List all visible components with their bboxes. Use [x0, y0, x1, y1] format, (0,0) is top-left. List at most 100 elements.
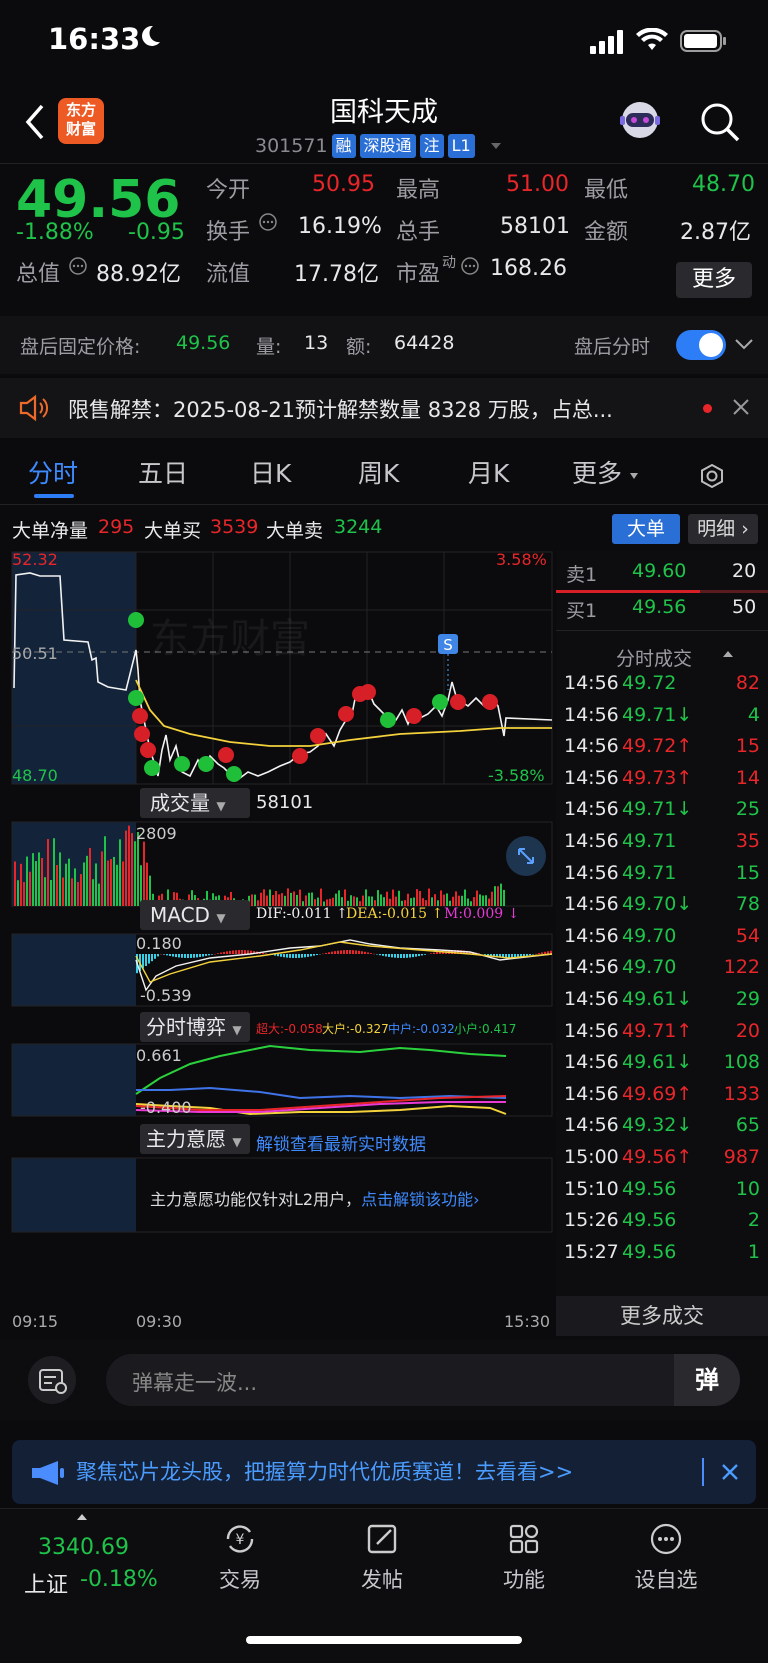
notice-bar[interactable]: 限售解禁：2025-08-21预计解禁数量 8328 万股，占总... — [0, 378, 768, 438]
volume-bar — [107, 860, 109, 906]
speaker-icon — [19, 394, 49, 422]
tick-volume: 25 — [735, 798, 760, 821]
volume-bar — [467, 898, 469, 906]
tab-daily-k[interactable]: 日K — [250, 454, 291, 490]
macd-bar — [370, 953, 372, 954]
index-value[interactable]: 3340.69 — [38, 1535, 129, 1560]
info-icon[interactable] — [258, 212, 278, 232]
tab-more[interactable]: 更多 — [572, 454, 622, 490]
tab-five-day[interactable]: 五日 — [138, 454, 188, 490]
tab-intraday[interactable]: 分时 — [28, 454, 78, 490]
low-value: 48.70 — [692, 172, 755, 197]
unlock-feature-link[interactable]: 点击解锁该功能 — [361, 1190, 473, 1209]
danmu-input[interactable]: 弹幕走一波... 弹 — [106, 1354, 740, 1406]
tick-volume: 1 — [747, 1240, 760, 1263]
stock-code-line[interactable]: 301571 融 深股通 注 L1 — [255, 132, 503, 160]
game-min-label: -0.400 — [140, 1098, 192, 1117]
volume-bar — [35, 861, 37, 906]
low-label: 最低 — [584, 178, 629, 203]
tab-weekly-k[interactable]: 周K — [358, 454, 399, 490]
volume-bar — [290, 892, 292, 906]
volume-bar — [125, 830, 127, 906]
tick-volume: 14 — [735, 766, 760, 789]
info-icon[interactable] — [68, 256, 88, 276]
macd-bar — [301, 954, 303, 958]
caret-up-icon — [77, 1514, 87, 1520]
tick-row: 14:56 49.71↑ 20 — [556, 1014, 768, 1048]
promo-banner[interactable]: 聚焦芯片龙头股，把握算力时代优质赛道！去看看>> — [12, 1440, 756, 1504]
index-change[interactable]: -0.18% — [80, 1567, 158, 1592]
detail-label: 明细 — [697, 518, 736, 540]
nav-functions[interactable]: 功能 — [474, 1519, 574, 1594]
volume-bar — [263, 889, 265, 906]
nav-trade[interactable]: ¥ 交易 — [190, 1519, 290, 1594]
chevron-down-icon[interactable] — [734, 336, 754, 352]
big-order-button[interactable]: 大单 — [612, 514, 680, 544]
time-label-close: 15:30 — [504, 1312, 551, 1331]
premarket-shade — [12, 1044, 136, 1116]
big-net-value: 295 — [98, 516, 135, 538]
gear-icon[interactable] — [696, 460, 728, 492]
volume-label: 成交量 — [150, 791, 210, 815]
unlock-link[interactable]: 解锁查看最新实时数据 — [256, 1130, 426, 1155]
grid-icon — [509, 1524, 539, 1554]
nav-trade-label: 交易 — [219, 1568, 261, 1592]
close-icon[interactable] — [732, 398, 750, 416]
macd-bar — [409, 954, 411, 958]
macd-bar — [310, 954, 312, 957]
wifi-icon — [636, 28, 668, 50]
macd-indicator-select[interactable]: MACD ▼ — [140, 900, 250, 930]
more-quote-button[interactable]: 更多 — [676, 262, 752, 298]
volume-bar — [413, 897, 415, 906]
volume-bar — [407, 893, 409, 906]
volume-bar — [59, 852, 61, 906]
divider — [702, 1458, 704, 1486]
volume-bar — [503, 889, 505, 906]
volume-bar — [356, 897, 358, 906]
nav-header: 东方财富 国科天成 301571 融 深股通 注 L1 — [0, 80, 768, 164]
index-name[interactable]: 上证 — [24, 1567, 68, 1599]
detail-button[interactable]: 明细 › — [688, 514, 758, 544]
robot-assistant-icon[interactable] — [616, 96, 664, 144]
macd-bar — [229, 950, 231, 954]
turnover-label: 换手 — [206, 220, 251, 245]
volume-value: 58101 — [500, 214, 570, 239]
macd-bar — [394, 954, 396, 958]
nav-add-watchlist[interactable]: 设自选 — [616, 1519, 716, 1594]
game-medium: 中户:-0.032 — [388, 1022, 455, 1036]
expand-button[interactable] — [506, 836, 546, 876]
notice-text: 限售解禁：2025-08-21预计解禁数量 8328 万股，占总... — [68, 398, 613, 422]
main-intent-select[interactable]: 主力意愿 ▼ — [140, 1124, 250, 1154]
nav-post[interactable]: 发帖 — [332, 1519, 432, 1594]
tab-monthly-k[interactable]: 月K — [468, 454, 509, 490]
y-min-label: 48.70 — [12, 766, 58, 785]
sort-up-icon[interactable] — [722, 650, 734, 658]
tick-volume: 133 — [723, 1082, 760, 1105]
volume-bar — [119, 839, 121, 906]
after-hours-toggle[interactable] — [676, 330, 726, 360]
tick-price: 49.70↓ — [622, 893, 693, 916]
high-value: 51.00 — [506, 172, 569, 197]
intraday-chart[interactable]: 东方财富 S 52.32 50.51 48.70 3.58% -3.58% 成交… — [0, 550, 556, 1336]
volume-bar — [464, 889, 466, 906]
main-intent-label: 主力意愿 — [146, 1127, 226, 1151]
macd-bar — [364, 951, 366, 954]
info-icon[interactable] — [460, 256, 480, 276]
volume-bar — [38, 852, 40, 906]
danmu-send-button[interactable]: 弹 — [674, 1354, 740, 1406]
big-sell-value: 3244 — [334, 516, 383, 538]
close-icon[interactable] — [720, 1462, 740, 1482]
volume-indicator-select[interactable]: 成交量 ▼ — [140, 788, 250, 818]
game-indicator-select[interactable]: 分时博弈 ▼ — [140, 1012, 250, 1042]
bid-1-price: 49.56 — [632, 596, 687, 618]
macd-bar — [331, 951, 333, 954]
volume-bar — [392, 889, 394, 906]
tick-time: 14:56 — [564, 766, 619, 789]
search-icon[interactable] — [698, 100, 742, 144]
tick-price: 49.71 — [622, 861, 677, 884]
more-ticks-button[interactable]: 更多成交 — [556, 1296, 768, 1336]
danmu-settings-button[interactable] — [28, 1356, 76, 1404]
macd-max-label: 0.180 — [136, 934, 182, 953]
macd-bar — [325, 952, 327, 954]
macd-bar — [355, 950, 357, 954]
